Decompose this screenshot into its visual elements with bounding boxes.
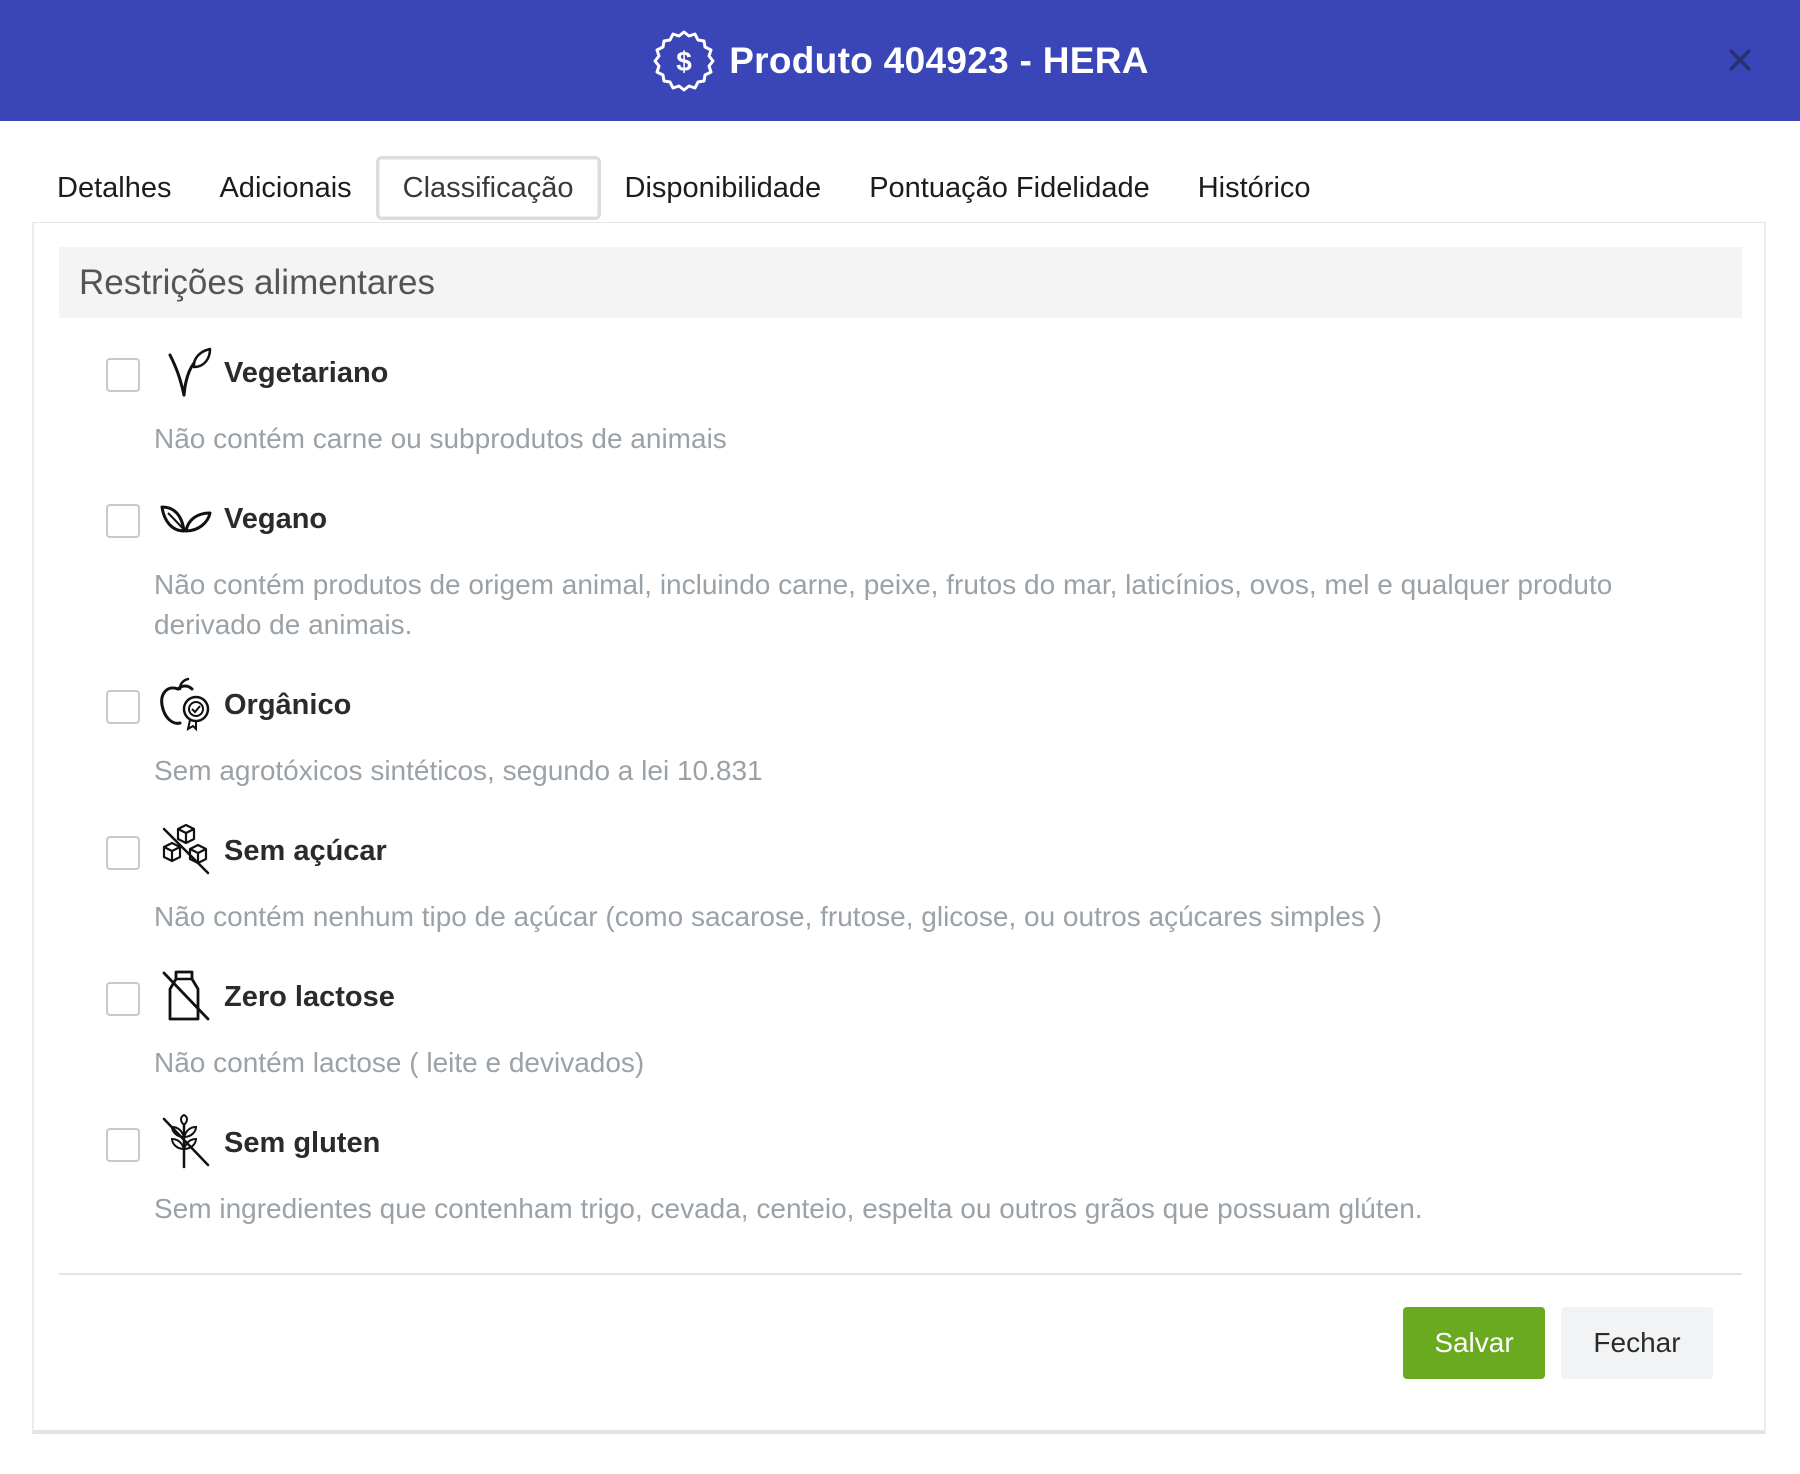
sem-gluten-checkbox[interactable] — [106, 1128, 140, 1162]
option-description: Não contém carne ou subprodutos de anima… — [154, 423, 727, 454]
modal-title: Produto 404923 - HERA — [729, 39, 1149, 81]
tab-adicionais[interactable]: Adicionais — [195, 156, 375, 220]
option-label: Zero lactose — [224, 981, 395, 1013]
option-description: Não contém nenhum tipo de açúcar (como s… — [154, 901, 1382, 932]
leaves-icon — [160, 505, 212, 533]
zero-lactose-checkbox[interactable] — [106, 982, 140, 1016]
tab-classificacao[interactable]: Classificação — [375, 156, 601, 220]
option-description: Não contém produtos de origem animal, in… — [154, 569, 1613, 640]
tab-detalhes[interactable]: Detalhes — [33, 156, 195, 220]
option-label: Sem açúcar — [224, 835, 387, 867]
close-button[interactable] — [1722, 42, 1758, 78]
organic-apple-icon — [160, 677, 210, 732]
sem-acucar-checkbox[interactable] — [106, 836, 140, 870]
option-description: Sem ingredientes que contenham trigo, ce… — [154, 1193, 1423, 1224]
modal-title-wrap: $ Produto 404923 - HERA — [651, 28, 1149, 94]
vegano-checkbox[interactable] — [106, 504, 140, 538]
no-milk-icon — [162, 970, 210, 1021]
modal-header: $ Produto 404923 - HERA — [0, 0, 1800, 121]
section-title: Restrições alimentares — [59, 247, 1742, 318]
dollar-badge-icon: $ — [653, 30, 715, 91]
product-modal: $ Produto 404923 - HERA Detalhes Adicion… — [0, 0, 1800, 1474]
save-button[interactable]: Salvar — [1403, 1307, 1545, 1379]
tab-historico[interactable]: Histórico — [1174, 156, 1335, 220]
organico-checkbox[interactable] — [106, 690, 140, 724]
option-label: Sem gluten — [224, 1127, 381, 1159]
footer-divider — [59, 1273, 1742, 1275]
no-gluten-icon — [162, 1113, 210, 1169]
option-description: Sem agrotóxicos sintéticos, segundo a le… — [154, 755, 763, 786]
no-sugar-icon — [162, 823, 210, 875]
tab-content-panel: Restrições alimentares Vegetariano Não c… — [32, 222, 1766, 1434]
option-description: Não contém lactose ( leite e devivados) — [154, 1047, 645, 1078]
tab-disponibilidade[interactable]: Disponibilidade — [601, 156, 846, 220]
tab-pontuacao-fidelidade[interactable]: Pontuação Fidelidade — [845, 156, 1174, 220]
option-label: Vegano — [224, 503, 328, 535]
svg-text:$: $ — [676, 46, 692, 77]
option-label: Orgânico — [224, 689, 352, 721]
close-icon — [1729, 49, 1751, 71]
vegetariano-checkbox[interactable] — [106, 358, 140, 392]
close-modal-button[interactable]: Fechar — [1561, 1307, 1713, 1379]
option-label: Vegetariano — [224, 357, 389, 389]
tab-bar: Detalhes Adicionais Classificação Dispon… — [0, 154, 1800, 222]
sprout-icon — [168, 347, 212, 397]
